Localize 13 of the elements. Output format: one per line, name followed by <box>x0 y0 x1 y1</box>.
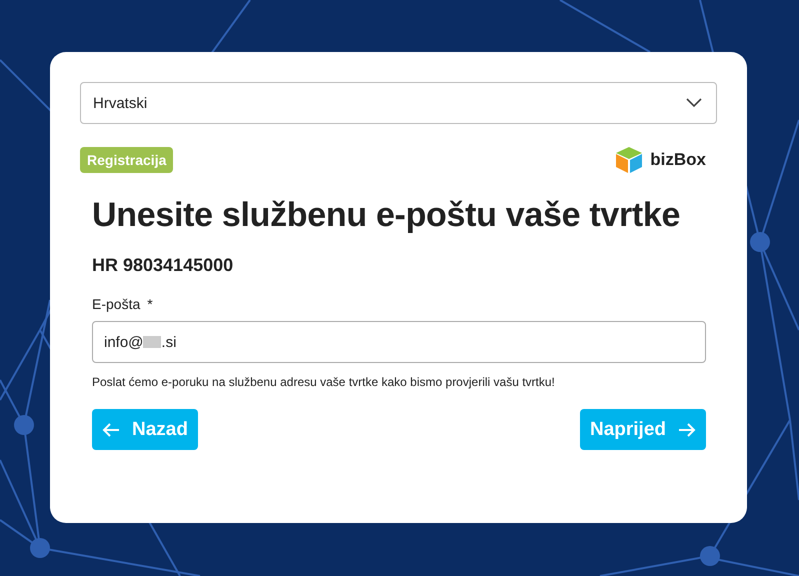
required-mark: * <box>147 296 153 312</box>
email-field[interactable]: info@ .si <box>92 321 706 363</box>
company-id: HR 98034145000 <box>92 255 234 276</box>
language-select[interactable]: Hrvatski <box>80 82 717 124</box>
logo-text: bizBox <box>650 150 706 170</box>
cube-logo-icon <box>614 146 644 174</box>
field-label: E-pošta <box>92 296 140 312</box>
arrow-right-icon <box>678 422 696 436</box>
chevron-down-icon <box>686 98 702 108</box>
registration-badge: Registracija <box>80 147 174 173</box>
hint-text: Poslat ćemo e-poruku na službenu adresu vaše tvrtke kako bismo provjerili vašu tvrtku! <box>92 375 556 389</box>
arrow-left-icon <box>102 422 120 436</box>
page-heading: Unesite službenu e-poštu vaše tvrtke <box>92 196 682 235</box>
